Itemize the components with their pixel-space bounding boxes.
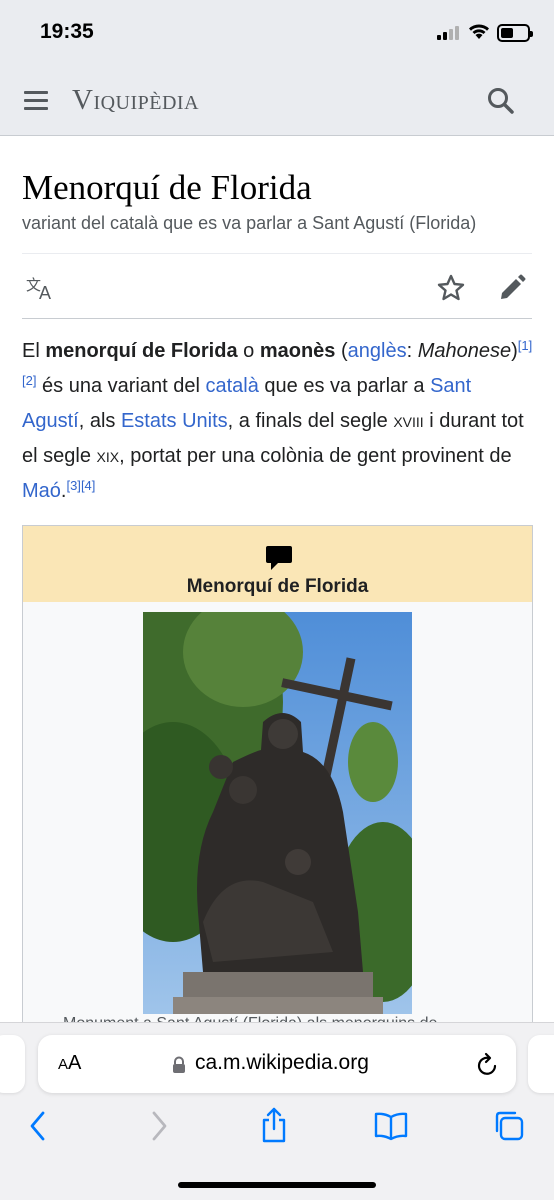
infobox-header: Menorquí de Florida (23, 526, 532, 602)
hamburger-icon[interactable] (24, 91, 48, 111)
url-text: ca.m.wikipedia.org (195, 1051, 369, 1074)
link-estats-units[interactable]: Estats Units (121, 410, 228, 432)
address-bar[interactable]: AA ca.m.wikipedia.org (38, 1035, 516, 1093)
statue-photo[interactable] (143, 612, 412, 1014)
link-angles[interactable]: anglès (348, 340, 407, 362)
status-time: 19:35 (40, 20, 94, 43)
battery-icon (497, 24, 533, 42)
reload-icon[interactable] (476, 1051, 500, 1077)
tabs-icon[interactable] (492, 1109, 526, 1143)
ref-2[interactable]: [2] (22, 373, 36, 388)
wiki-logo[interactable]: Viquipèdia (72, 84, 199, 117)
ref-4[interactable]: [4] (81, 478, 95, 493)
page-actions: 文 A (22, 253, 532, 319)
bookmarks-icon[interactable] (373, 1111, 409, 1141)
next-tab-preview[interactable] (528, 1035, 554, 1093)
svg-text:A: A (39, 283, 51, 302)
back-icon[interactable] (28, 1110, 48, 1142)
infobox-title: Menorquí de Florida (186, 576, 369, 597)
status-bar: 19:35 (0, 0, 554, 66)
cellular-signal-icon (437, 26, 463, 40)
reader-settings-button[interactable]: AA (58, 1052, 81, 1075)
star-icon[interactable] (436, 273, 466, 303)
lead-paragraph: El menorquí de Florida o maonès (anglès:… (22, 338, 533, 502)
search-icon[interactable] (486, 86, 516, 116)
home-indicator (178, 1182, 376, 1188)
translate-icon[interactable]: 文 A (26, 274, 58, 302)
page-title: Menorquí de Florida (22, 168, 312, 207)
ref-1[interactable]: [1] (518, 338, 532, 353)
link-mao[interactable]: Maó (22, 480, 61, 502)
wifi-icon (469, 24, 489, 39)
forward-icon[interactable] (149, 1110, 169, 1142)
lock-icon (173, 1056, 185, 1073)
link-catala[interactable]: català (205, 375, 258, 397)
ref-3[interactable]: [3] (66, 478, 80, 493)
wiki-header: Viquipèdia (0, 66, 554, 136)
infobox: Menorquí de Florida Monument a Sant Agus… (22, 525, 533, 1026)
speech-bubble-icon (266, 546, 292, 570)
pencil-icon[interactable] (497, 273, 527, 303)
share-icon[interactable] (259, 1106, 289, 1144)
previous-tab-preview[interactable] (0, 1035, 25, 1093)
safari-toolbar: AA ca.m.wikipedia.org (0, 1022, 554, 1200)
page-subtitle: variant del català que es va parlar a Sa… (22, 213, 477, 233)
